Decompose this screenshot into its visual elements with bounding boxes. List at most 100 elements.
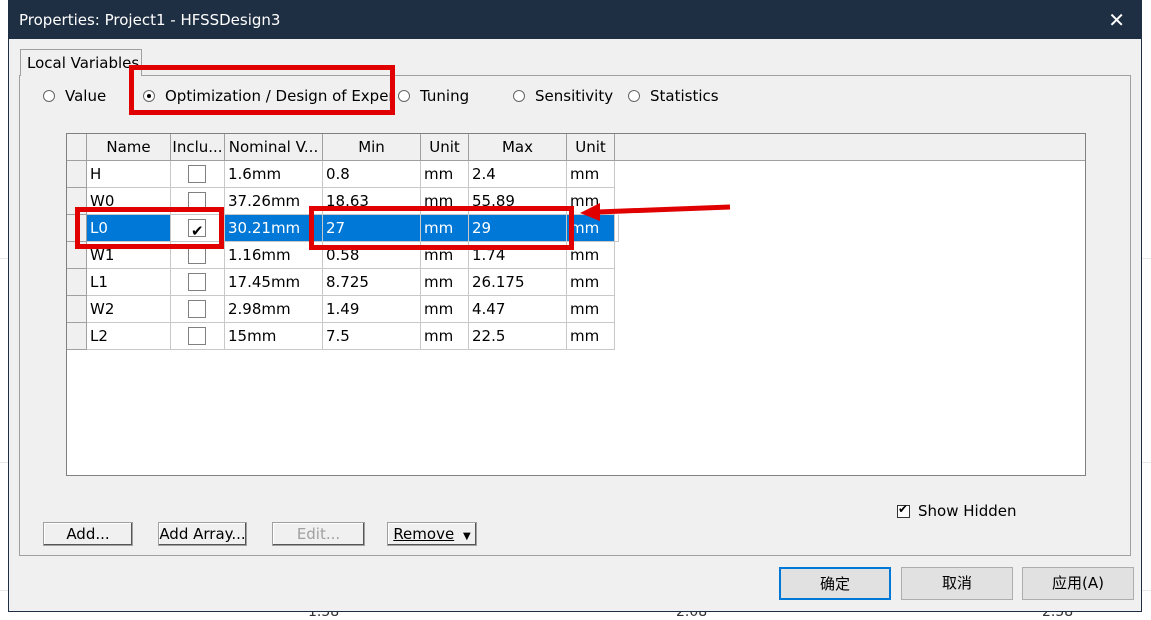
table-cell-min[interactable]: 7.5	[323, 323, 421, 350]
add-array-button[interactable]: Add Array...	[158, 522, 247, 546]
table-cell-name[interactable]: W2	[87, 296, 171, 323]
title-bar[interactable]: Properties: Project1 - HFSSDesign3 ✕	[9, 1, 1141, 39]
table-cell-max[interactable]: 55.89	[469, 188, 567, 215]
table-cell-min[interactable]: 0.58	[323, 242, 421, 269]
table-cell-unit1[interactable]: mm	[421, 269, 469, 296]
window-title: Properties: Project1 - HFSSDesign3	[19, 11, 281, 29]
row-header[interactable]	[67, 242, 87, 269]
table-cell-min[interactable]: 18.63	[323, 188, 421, 215]
radio-label: Statistics	[650, 87, 719, 105]
radio-sensitivity[interactable]: Sensitivity	[513, 86, 613, 106]
radio-label: Value	[65, 87, 107, 105]
table-cell-max[interactable]: 4.47	[469, 296, 567, 323]
table-cell-unit1[interactable]: mm	[421, 323, 469, 350]
radio-label: Sensitivity	[535, 87, 614, 105]
table-cell-unit1[interactable]: mm	[421, 296, 469, 323]
annotation-arrow-icon	[580, 203, 731, 221]
table-cell-unit2[interactable]: mm	[567, 269, 615, 296]
table-cell-unit2[interactable]: mm	[567, 161, 615, 188]
table-cell-max[interactable]: 29	[469, 215, 567, 242]
include-checkbox[interactable]	[188, 192, 206, 210]
table-cell-nominal[interactable]: 1.6mm	[225, 161, 323, 188]
radio-value[interactable]: Value	[43, 86, 106, 106]
column-header-unit[interactable]: Unit	[421, 134, 469, 161]
table-cell-name[interactable]: H	[87, 161, 171, 188]
include-checkbox[interactable]	[188, 300, 206, 318]
table-cell-min[interactable]: 1.49	[323, 296, 421, 323]
dropdown-caret-icon: ▼	[462, 531, 471, 542]
table-cell-name[interactable]: L1	[87, 269, 171, 296]
table-cell-max[interactable]: 1.74	[469, 242, 567, 269]
table-cell-min[interactable]: 27	[323, 215, 421, 242]
include-cell[interactable]	[171, 323, 225, 350]
show-hidden-label: Show Hidden	[918, 502, 1017, 520]
table-cell-nominal[interactable]: 17.45mm	[225, 269, 323, 296]
table-cell-name[interactable]: W1	[87, 242, 171, 269]
row-header[interactable]	[67, 269, 87, 296]
show-hidden-checkbox[interactable]: Show Hidden	[897, 502, 1016, 520]
properties-dialog: Properties: Project1 - HFSSDesign3 ✕ Loc…	[8, 0, 1142, 612]
row-header[interactable]	[67, 323, 87, 350]
remove-label: Remove	[393, 525, 455, 543]
table-cell-unit2[interactable]: mm	[567, 323, 615, 350]
include-cell[interactable]	[171, 215, 225, 242]
row-header[interactable]	[67, 296, 87, 323]
add-button[interactable]: Add...	[43, 522, 133, 546]
table-cell-unit2[interactable]: mm	[567, 296, 615, 323]
table-cell-nominal[interactable]: 2.98mm	[225, 296, 323, 323]
include-checkbox[interactable]	[188, 327, 206, 345]
tab-local-variables[interactable]: Local Variables	[20, 49, 142, 76]
radio-circle-icon	[628, 90, 640, 102]
table-cell-max[interactable]: 2.4	[469, 161, 567, 188]
checkbox-checked-icon	[897, 502, 910, 518]
table-cell-min[interactable]: 0.8	[323, 161, 421, 188]
radio-statistics[interactable]: Statistics	[628, 86, 719, 106]
column-header-nominal[interactable]: Nominal V...	[225, 134, 323, 161]
table-cell-nominal[interactable]: 1.16mm	[225, 242, 323, 269]
radio-optimization[interactable]: Optimization / Design of Exper	[143, 86, 395, 106]
row-header[interactable]	[67, 215, 87, 242]
include-cell[interactable]	[171, 242, 225, 269]
row-header[interactable]	[67, 161, 87, 188]
table-cell-max[interactable]: 22.5	[469, 323, 567, 350]
table-cell-unit2[interactable]: mm	[567, 242, 615, 269]
include-checkbox[interactable]	[188, 246, 206, 264]
row-header[interactable]	[67, 188, 87, 215]
table-cell-name[interactable]: W0	[87, 188, 171, 215]
include-cell[interactable]	[171, 161, 225, 188]
column-header-max[interactable]: Max	[469, 134, 567, 161]
radio-selected-icon	[143, 90, 155, 102]
column-header-min[interactable]: Min	[323, 134, 421, 161]
table-cell-min[interactable]: 8.725	[323, 269, 421, 296]
table-cell-unit1[interactable]: mm	[421, 215, 469, 242]
table-cell-max[interactable]: 26.175	[469, 269, 567, 296]
table-cell-unit1[interactable]: mm	[421, 242, 469, 269]
radio-circle-icon	[398, 90, 410, 102]
table-cell-name[interactable]: L0	[87, 215, 171, 242]
include-cell[interactable]	[171, 269, 225, 296]
include-checkbox[interactable]	[188, 273, 206, 291]
table-cell-unit1[interactable]: mm	[421, 188, 469, 215]
table-cell-name[interactable]: L2	[87, 323, 171, 350]
ok-button[interactable]: 确定	[779, 567, 891, 600]
edit-button[interactable]: Edit...	[272, 522, 365, 546]
column-header-filler	[615, 134, 1085, 161]
column-header-unit[interactable]: Unit	[567, 134, 615, 161]
cancel-button[interactable]: 取消	[901, 567, 1013, 600]
radio-label: Optimization / Design of Exper	[165, 87, 395, 105]
include-cell[interactable]	[171, 296, 225, 323]
remove-button[interactable]: Remove ▼	[387, 522, 477, 546]
table-cell-nominal[interactable]: 37.26mm	[225, 188, 323, 215]
table-cell-unit1[interactable]: mm	[421, 161, 469, 188]
apply-button[interactable]: 应用(A)	[1022, 567, 1134, 600]
radio-tuning[interactable]: Tuning	[398, 86, 469, 106]
include-cell[interactable]	[171, 188, 225, 215]
close-icon[interactable]: ✕	[1108, 8, 1125, 32]
column-header-include[interactable]: Inclu...	[171, 134, 225, 161]
variables-table[interactable]: Name Inclu... Nominal V... Min Unit Max …	[66, 133, 1086, 476]
column-header-name[interactable]: Name	[87, 134, 171, 161]
table-cell-nominal[interactable]: 15mm	[225, 323, 323, 350]
include-checkbox[interactable]	[188, 165, 206, 183]
table-cell-nominal[interactable]: 30.21mm	[225, 215, 323, 242]
include-checkbox-checked[interactable]	[188, 218, 206, 241]
